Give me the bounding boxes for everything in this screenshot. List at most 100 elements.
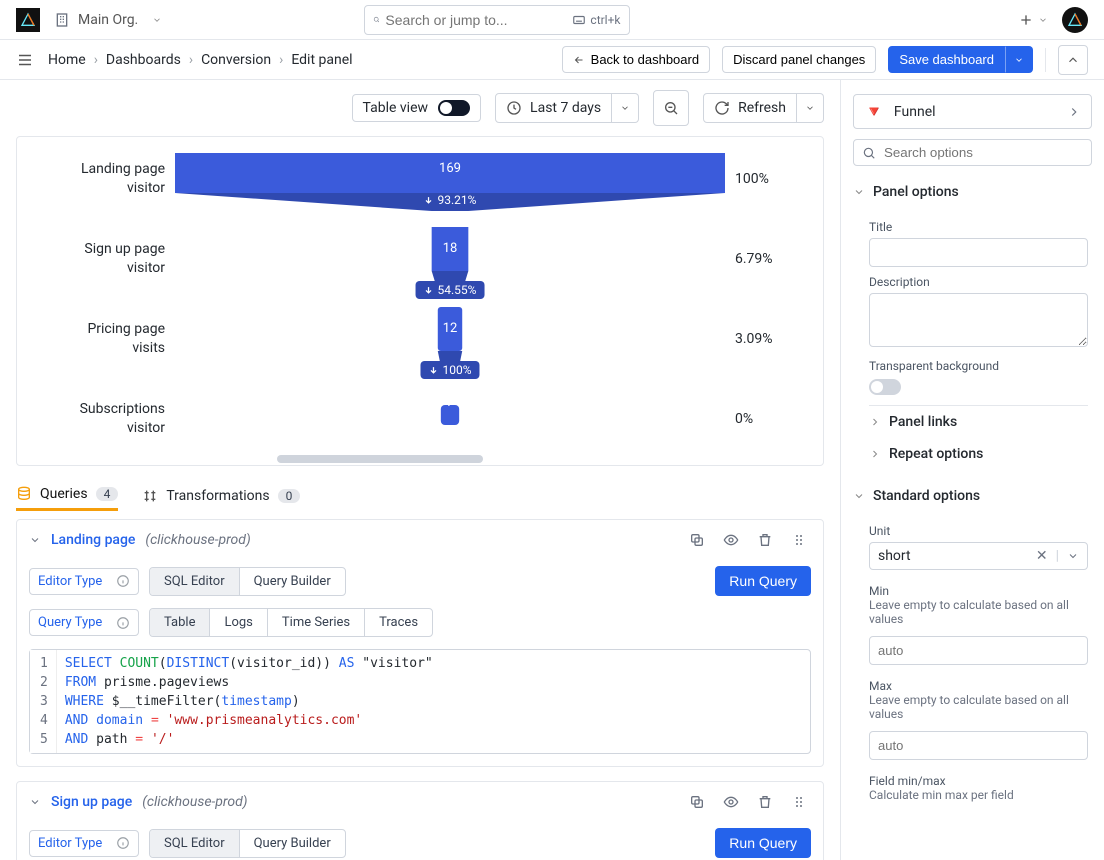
create-menu[interactable] bbox=[1018, 12, 1048, 28]
subsection-panel-links[interactable]: Panel links bbox=[869, 406, 1088, 438]
section-standard-options[interactable]: Standard options bbox=[841, 480, 1104, 512]
duplicate-query-button[interactable] bbox=[685, 790, 709, 814]
app-logo[interactable] bbox=[16, 8, 40, 32]
sql-editor[interactable]: 12345 SELECT COUNT(DISTINCT(visitor_id))… bbox=[29, 649, 811, 754]
query-type-table[interactable]: Table bbox=[150, 609, 210, 636]
info-icon[interactable] bbox=[116, 574, 130, 588]
toggle-query-visibility-button[interactable] bbox=[719, 528, 743, 552]
chevron-down-icon bbox=[620, 103, 630, 113]
editor-mode-sql[interactable]: SQL Editor bbox=[150, 830, 240, 857]
search-icon bbox=[373, 12, 380, 27]
search-icon bbox=[862, 146, 876, 160]
duplicate-query-button[interactable] bbox=[685, 528, 709, 552]
collapse-panel-toggle[interactable] bbox=[1058, 45, 1088, 75]
eye-icon bbox=[723, 794, 739, 810]
info-icon[interactable] bbox=[116, 836, 130, 850]
unit-label: Unit bbox=[869, 524, 1088, 538]
title-input[interactable] bbox=[869, 238, 1088, 267]
search-kbd-hint: ctrl+k bbox=[572, 13, 620, 27]
options-search-input[interactable] bbox=[884, 145, 1083, 160]
table-view-toggle[interactable] bbox=[438, 100, 470, 116]
visualization-picker[interactable]: 🔻 Funnel bbox=[853, 94, 1092, 129]
horizontal-scrollbar[interactable] bbox=[277, 455, 483, 463]
min-help: Leave empty to calculate based on all va… bbox=[869, 598, 1088, 626]
clear-unit-button[interactable]: ✕ bbox=[1036, 548, 1048, 564]
queries-count-badge: 4 bbox=[96, 487, 119, 501]
funnel-stage-count: 7 bbox=[175, 395, 725, 410]
refresh-button[interactable]: Refresh bbox=[703, 93, 797, 123]
max-input[interactable] bbox=[869, 731, 1088, 760]
info-icon[interactable] bbox=[116, 616, 130, 630]
save-dashboard-dropdown[interactable] bbox=[1005, 46, 1033, 73]
breadcrumb-home[interactable]: Home bbox=[48, 52, 86, 68]
editor-mode-builder[interactable]: Query Builder bbox=[240, 830, 345, 857]
subsection-repeat-options[interactable]: Repeat options bbox=[869, 438, 1088, 470]
refresh-interval-dropdown[interactable] bbox=[797, 93, 824, 123]
chevron-down-icon bbox=[1038, 15, 1048, 25]
query-name[interactable]: Landing page bbox=[51, 532, 135, 548]
unit-select[interactable]: short ✕ | bbox=[869, 542, 1088, 570]
chevron-down-icon[interactable] bbox=[29, 796, 41, 808]
editor-type-label: Editor Type bbox=[29, 568, 139, 595]
query-card: Sign up page (clickhouse-prod) Editor Ty… bbox=[16, 781, 824, 860]
min-label: Min bbox=[869, 584, 1088, 598]
zoom-out-button[interactable] bbox=[653, 90, 689, 126]
description-input[interactable] bbox=[869, 293, 1088, 347]
sql-code[interactable]: SELECT COUNT(DISTINCT(visitor_id)) AS "v… bbox=[57, 650, 441, 753]
options-search[interactable] bbox=[853, 139, 1092, 166]
query-name[interactable]: Sign up page bbox=[51, 794, 132, 810]
editor-mode-sql[interactable]: SQL Editor bbox=[150, 568, 240, 595]
chevron-up-icon bbox=[1066, 53, 1080, 67]
tab-transformations[interactable]: Transformations 0 bbox=[142, 482, 300, 510]
clock-icon bbox=[506, 100, 522, 116]
editor-mode-builder[interactable]: Query Builder bbox=[240, 568, 345, 595]
org-name: Main Org. bbox=[78, 12, 138, 28]
delete-query-button[interactable] bbox=[753, 790, 777, 814]
max-label: Max bbox=[869, 679, 1088, 693]
query-datasource: (clickhouse-prod) bbox=[145, 532, 250, 548]
query-type-logs[interactable]: Logs bbox=[210, 609, 267, 636]
back-to-dashboard-button[interactable]: Back to dashboard bbox=[562, 46, 710, 73]
global-search[interactable]: ctrl+k bbox=[364, 5, 630, 35]
breadcrumb-dashboards[interactable]: Dashboards bbox=[106, 52, 181, 68]
toggle-query-visibility-button[interactable] bbox=[719, 790, 743, 814]
transformations-count-badge: 0 bbox=[278, 489, 301, 503]
funnel-stage-count: 12 bbox=[175, 321, 725, 336]
time-range-picker[interactable]: Last 7 days bbox=[495, 93, 612, 123]
chevron-down-icon bbox=[853, 186, 865, 198]
user-avatar[interactable] bbox=[1062, 7, 1088, 33]
drag-handle[interactable] bbox=[787, 528, 811, 552]
drag-handle[interactable] bbox=[787, 790, 811, 814]
breadcrumb-current: Edit panel bbox=[291, 52, 352, 68]
funnel-stage-label: Landing pagevisitor bbox=[35, 160, 165, 198]
discard-changes-button[interactable]: Discard panel changes bbox=[722, 46, 876, 73]
breadcrumb-conversion[interactable]: Conversion bbox=[201, 52, 271, 68]
chevron-down-icon bbox=[805, 103, 815, 113]
transparent-bg-toggle[interactable] bbox=[869, 379, 901, 395]
time-range-dropdown[interactable] bbox=[612, 93, 639, 123]
funnel-stage-count: 18 bbox=[175, 241, 725, 256]
query-type-traces[interactable]: Traces bbox=[365, 609, 432, 636]
chevron-down-icon bbox=[1014, 55, 1024, 65]
save-dashboard-button-group: Save dashboard bbox=[888, 46, 1033, 73]
run-query-button[interactable]: Run Query bbox=[715, 828, 811, 858]
editor-type-segmented: SQL Editor Query Builder bbox=[149, 829, 346, 858]
delete-query-button[interactable] bbox=[753, 528, 777, 552]
title-label: Title bbox=[869, 220, 1088, 234]
global-search-input[interactable] bbox=[385, 12, 566, 28]
org-selector[interactable]: Main Org. bbox=[54, 12, 162, 28]
run-query-button[interactable]: Run Query bbox=[715, 566, 811, 596]
chevron-down-icon bbox=[1067, 550, 1079, 562]
chevron-down-icon[interactable] bbox=[29, 534, 41, 546]
funnel-stage-label: Subscriptionsvisitor bbox=[35, 400, 165, 438]
menu-toggle[interactable] bbox=[16, 51, 34, 69]
funnel-stage-count: 169 bbox=[175, 161, 725, 176]
refresh-icon bbox=[714, 100, 730, 116]
section-panel-options[interactable]: Panel options bbox=[841, 176, 1104, 208]
funnel-drop-badge: 100% bbox=[420, 361, 479, 379]
query-type-timeseries[interactable]: Time Series bbox=[268, 609, 365, 636]
table-view-toggle-box: Table view bbox=[352, 94, 482, 122]
save-dashboard-button[interactable]: Save dashboard bbox=[888, 46, 1005, 73]
tab-queries[interactable]: Queries 4 bbox=[16, 480, 118, 511]
min-input[interactable] bbox=[869, 636, 1088, 665]
